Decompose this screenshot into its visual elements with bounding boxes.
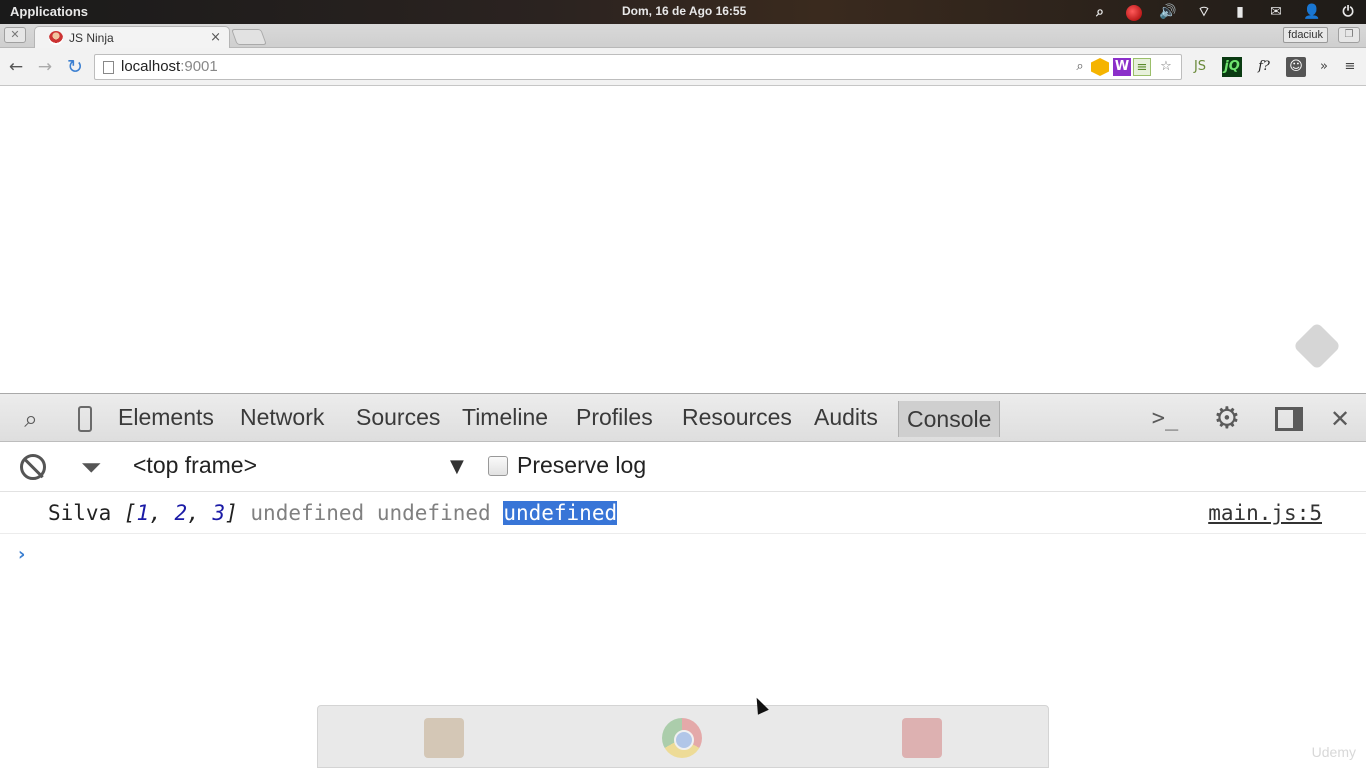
chevron-down-icon[interactable]: ▼: [450, 456, 464, 477]
tab-close-icon[interactable]: ×: [210, 30, 221, 45]
zoom-icon[interactable]: ⌕: [1071, 58, 1089, 76]
frame-selector[interactable]: <top frame>: [133, 452, 257, 479]
array-open: [: [123, 501, 137, 525]
mail-icon[interactable]: ✉: [1266, 2, 1286, 22]
system-tray: ⌕ 🔊 ⌔ ▮ ✉ 👤 ⏻: [1074, 2, 1358, 22]
source-link[interactable]: main.js:5: [1208, 501, 1322, 525]
filter-icon[interactable]: ⏷: [76, 454, 106, 482]
log-undefined-selected: undefined: [503, 501, 618, 525]
tab-audits[interactable]: Audits: [814, 404, 878, 431]
browser-tab-strip: ✕ JS Ninja × fdaciuk ❐: [0, 24, 1366, 48]
udemy-watermark: Udemy: [1311, 744, 1356, 760]
record-indicator-icon[interactable]: [1126, 5, 1142, 21]
array-item: 1: [136, 501, 150, 525]
back-arrow-icon[interactable]: ←: [5, 56, 27, 78]
search-icon[interactable]: ⌕: [1090, 2, 1110, 22]
page-content: [0, 87, 1366, 393]
forward-arrow-icon[interactable]: →: [34, 56, 56, 78]
url-port: :9001: [180, 58, 218, 75]
tab-title: JS Ninja: [69, 31, 114, 45]
battery-icon[interactable]: ▮: [1230, 2, 1250, 22]
page-icon: [103, 61, 114, 74]
tab-js-ninja[interactable]: JS Ninja ×: [34, 26, 230, 48]
gear-icon[interactable]: ⚙: [1212, 404, 1242, 434]
inspect-search-icon[interactable]: ⌕: [16, 404, 46, 434]
chrome-app-icon[interactable]: [662, 718, 702, 758]
console-prompt-icon[interactable]: ›: [18, 544, 25, 565]
new-tab-button[interactable]: [231, 29, 267, 45]
chrome-menu-icon[interactable]: ≡: [1340, 57, 1360, 77]
address-url[interactable]: localhost:9001: [121, 58, 218, 75]
devtools-tab-bar: ⌕ Elements Network Sources Timeline Prof…: [0, 393, 1366, 442]
log-undefined: undefined: [376, 501, 491, 525]
volume-icon[interactable]: 🔊: [1158, 2, 1178, 22]
window-close-button[interactable]: ✕: [4, 27, 26, 43]
terminal-app-icon[interactable]: [902, 718, 942, 758]
clear-console-icon[interactable]: [20, 454, 46, 480]
tab-console[interactable]: Console: [898, 401, 1001, 437]
feedly-icon[interactable]: [1292, 321, 1342, 371]
tab-timeline[interactable]: Timeline: [462, 404, 548, 431]
log-array: [1, 2, 3]: [123, 501, 238, 525]
ninja-favicon-icon: [49, 31, 63, 45]
jquery-extension-icon[interactable]: jQ: [1222, 57, 1242, 77]
sheet-extension-icon[interactable]: ≡: [1133, 58, 1151, 76]
device-mode-icon[interactable]: [70, 404, 100, 434]
system-clock[interactable]: Dom, 16 de Ago 16:55: [622, 4, 746, 18]
dock-side-icon[interactable]: [1274, 404, 1304, 434]
tab-resources[interactable]: Resources: [682, 404, 792, 431]
bookmark-star-icon[interactable]: ☆: [1157, 58, 1175, 76]
tab-sources[interactable]: Sources: [356, 404, 440, 431]
files-app-icon[interactable]: [424, 718, 464, 758]
user-icon[interactable]: 👤: [1302, 2, 1322, 22]
applications-menu[interactable]: Applications: [10, 4, 88, 19]
launcher-dock: [317, 705, 1049, 768]
preserve-log-label[interactable]: Preserve log: [517, 452, 646, 479]
close-icon[interactable]: ✕: [1325, 404, 1355, 434]
log-string: Silva: [48, 501, 112, 525]
tab-elements[interactable]: Elements: [118, 404, 214, 431]
preserve-log-checkbox[interactable]: [488, 456, 508, 476]
window-restore-button[interactable]: ❐: [1338, 27, 1360, 43]
more-extensions-icon[interactable]: »: [1314, 57, 1334, 77]
hexagon-extension-icon[interactable]: [1091, 58, 1109, 76]
array-close: ]: [225, 501, 238, 525]
console-drawer-icon[interactable]: >_: [1150, 404, 1180, 434]
js-extension-icon[interactable]: JS: [1190, 57, 1210, 77]
browser-toolbar: ← → ↻ localhost:9001 ⌕ W ≡ ☆ JS jQ f? ☺ …: [0, 48, 1366, 86]
system-top-bar: Applications Dom, 16 de Ago 16:55 ⌕ 🔊 ⌔ …: [0, 0, 1366, 24]
console-message-text[interactable]: Silva [1, 2, 3] undefined undefined unde…: [48, 501, 618, 525]
console-message: Silva [1, 2, 3] undefined undefined unde…: [0, 492, 1366, 534]
array-item: 2: [174, 501, 188, 525]
array-item: 3: [212, 501, 226, 525]
w-extension-icon[interactable]: W: [1113, 58, 1131, 76]
url-host: localhost: [121, 58, 181, 75]
profile-badge[interactable]: fdaciuk: [1283, 27, 1328, 43]
tab-profiles[interactable]: Profiles: [576, 404, 653, 431]
face-extension-icon[interactable]: ☺: [1286, 57, 1306, 77]
wifi-icon[interactable]: ⌔: [1194, 2, 1214, 22]
address-bar[interactable]: localhost:9001 ⌕ W ≡ ☆: [94, 54, 1182, 80]
power-icon[interactable]: ⏻: [1338, 2, 1358, 22]
reload-icon[interactable]: ↻: [64, 56, 86, 78]
console-filter-bar: ⏷ <top frame> ▼ Preserve log: [0, 442, 1366, 492]
tab-network[interactable]: Network: [240, 404, 324, 431]
log-undefined: undefined: [250, 501, 365, 525]
font-extension-icon[interactable]: f?: [1254, 57, 1274, 77]
